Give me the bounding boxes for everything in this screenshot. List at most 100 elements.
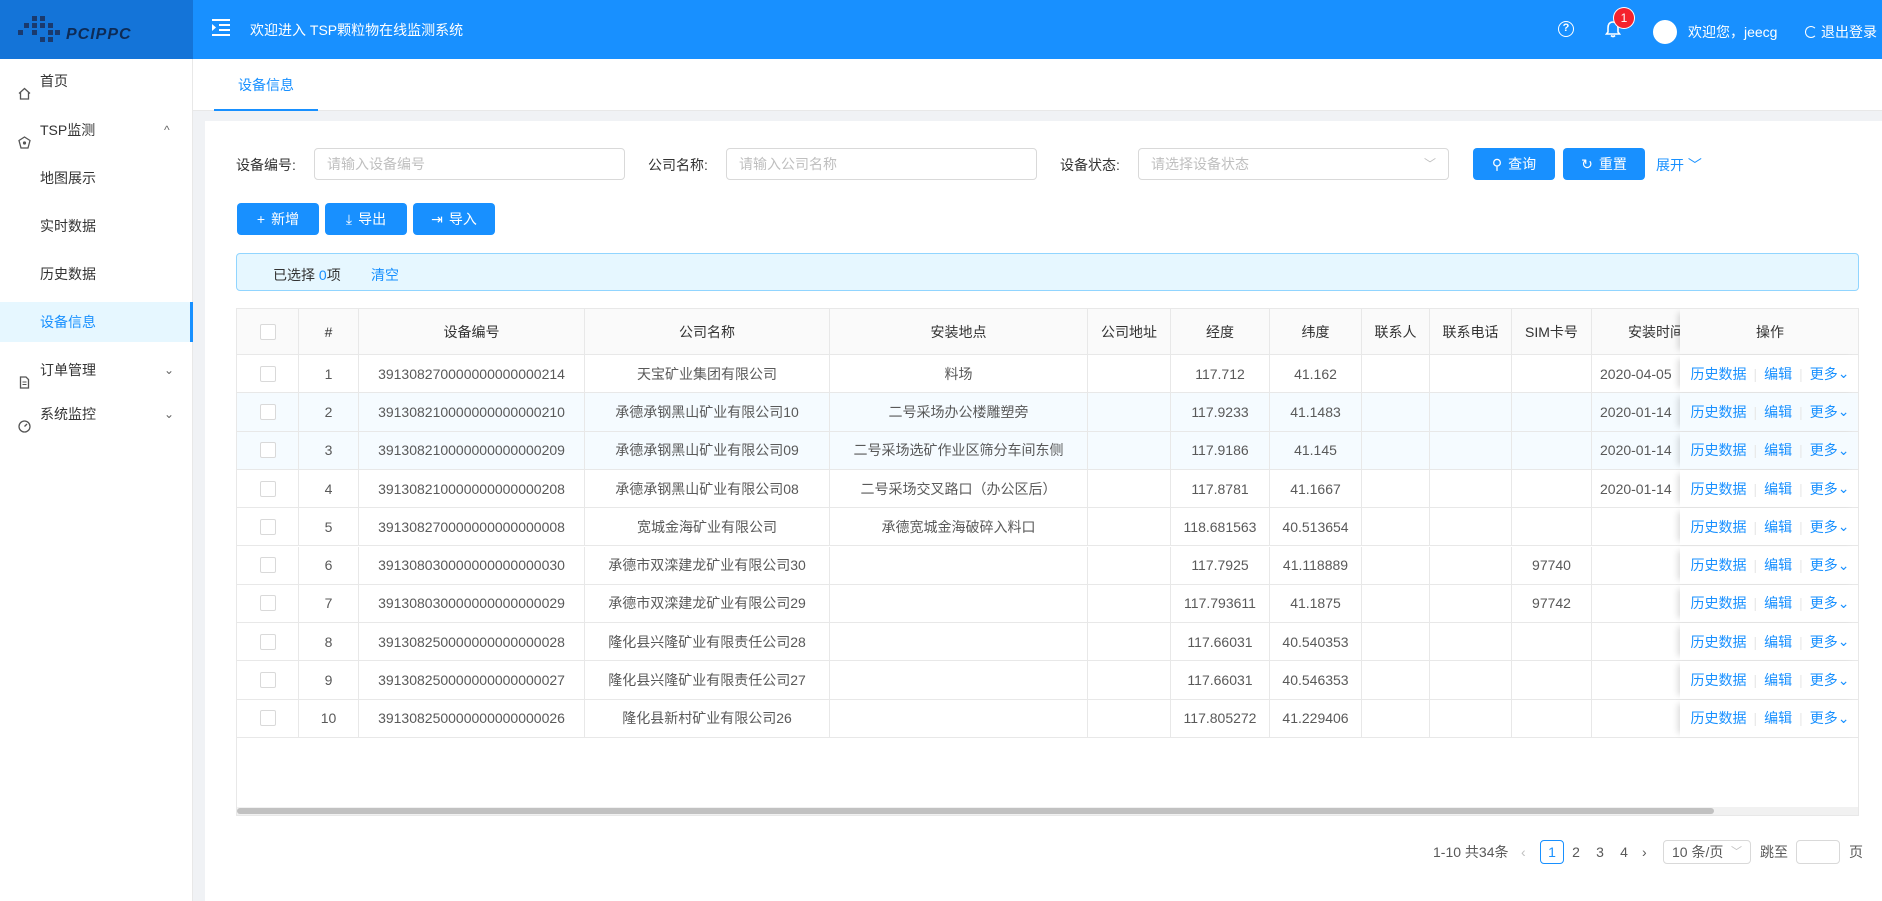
more-dropdown[interactable]: 更多 xyxy=(1810,517,1838,537)
horizontal-scrollbar[interactable] xyxy=(237,807,1858,815)
row-select-cell[interactable] xyxy=(237,661,299,699)
selection-alert: 已选择 0项 清空 xyxy=(236,253,1859,291)
page-3[interactable]: 3 xyxy=(1588,840,1612,864)
clear-selection-link[interactable]: 清空 xyxy=(371,265,399,285)
table-row[interactable]: 1 391308270000000000000214 天宝矿业集团有限公司 料场 117… xyxy=(237,355,1858,394)
page-4[interactable]: 4 xyxy=(1612,840,1636,864)
more-dropdown[interactable]: 更多 xyxy=(1810,402,1838,422)
table-row[interactable]: 2 391308210000000000000210 承德承钢黑山矿业有限公司10 二… xyxy=(237,393,1858,432)
row-select-cell[interactable] xyxy=(237,699,299,737)
checkbox[interactable] xyxy=(259,365,276,382)
edit-link[interactable]: 编辑 xyxy=(1764,708,1792,728)
sidebar-item-orders[interactable]: 订单管理 ⌄ xyxy=(0,350,193,390)
row-select-cell[interactable] xyxy=(237,508,299,546)
checkbox[interactable] xyxy=(259,595,276,612)
import-button[interactable]: ⇥ 导入 xyxy=(413,203,495,235)
page-1[interactable]: 1 xyxy=(1540,840,1564,864)
logout-button[interactable]: 退出登录 xyxy=(1805,22,1877,42)
status-select[interactable]: 请选择设备状态 ﹀ xyxy=(1138,148,1449,180)
table-row[interactable]: 5 391308270000000000000008 宽城金海矿业有限公司 承德宽城金… xyxy=(237,508,1858,547)
selection-prefix: 已选择 xyxy=(273,267,315,283)
row-select-cell[interactable] xyxy=(237,546,299,584)
checkbox[interactable] xyxy=(259,403,276,420)
reset-button[interactable]: ↻ 重置 xyxy=(1563,148,1645,180)
edit-link[interactable]: 编辑 xyxy=(1764,402,1792,422)
more-dropdown[interactable]: 更多 xyxy=(1810,708,1838,728)
edit-link[interactable]: 编辑 xyxy=(1764,670,1792,690)
table-row[interactable]: 6 391308030000000000000030 承德市双滦建龙矿业有限公司30… xyxy=(237,546,1858,585)
next-page-icon[interactable]: › xyxy=(1642,840,1647,864)
sidebar-item-home[interactable]: 首页 xyxy=(0,61,193,101)
sidebar-item-map[interactable]: 地图展示 xyxy=(0,158,193,198)
checkbox[interactable] xyxy=(259,633,276,650)
history-link[interactable]: 历史数据 xyxy=(1690,440,1746,460)
table-row[interactable]: 3 391308210000000000000209 承德承钢黑山矿业有限公司09 二… xyxy=(237,431,1858,470)
select-all-cell[interactable] xyxy=(237,309,299,354)
table-row[interactable]: 8 391308250000000000000028 隆化县兴隆矿业有限责任公司28… xyxy=(237,623,1858,662)
sidebar-item-tsp[interactable]: TSP监测 ^ xyxy=(0,110,193,150)
page-2[interactable]: 2 xyxy=(1564,840,1588,864)
prev-page-icon[interactable]: ‹ xyxy=(1521,840,1526,864)
sidebar-item-device-info[interactable]: 设备信息 xyxy=(0,302,193,342)
sidebar-item-realtime[interactable]: 实时数据 xyxy=(0,206,193,246)
history-link[interactable]: 历史数据 xyxy=(1690,708,1746,728)
export-button[interactable]: ⤓ 导出 xyxy=(325,203,407,235)
checkbox[interactable] xyxy=(259,557,276,574)
tab-device-info[interactable]: 设备信息 xyxy=(214,59,318,111)
edit-link[interactable]: 编辑 xyxy=(1764,517,1792,537)
more-dropdown[interactable]: 更多 xyxy=(1810,364,1838,384)
query-button[interactable]: ⚲ 查询 xyxy=(1473,148,1555,180)
device-no-input[interactable]: 请输入设备编号 xyxy=(314,148,625,180)
avatar[interactable] xyxy=(1653,20,1677,44)
checkbox[interactable] xyxy=(259,518,276,535)
row-select-cell[interactable] xyxy=(237,431,299,469)
history-link[interactable]: 历史数据 xyxy=(1690,364,1746,384)
table-row[interactable]: 9 391308250000000000000027 隆化县兴隆矿业有限责任公司27… xyxy=(237,661,1858,700)
checkbox[interactable] xyxy=(259,323,276,340)
checkbox[interactable] xyxy=(259,672,276,689)
edit-link[interactable]: 编辑 xyxy=(1764,479,1792,499)
row-select-cell[interactable] xyxy=(237,623,299,661)
separator: | xyxy=(1799,518,1803,535)
history-link[interactable]: 历史数据 xyxy=(1690,593,1746,613)
expand-link[interactable]: 展开 ﹀ xyxy=(1656,155,1702,175)
row-select-cell[interactable] xyxy=(237,355,299,393)
sidebar-item-history[interactable]: 历史数据 xyxy=(0,254,193,294)
row-select-cell[interactable] xyxy=(237,393,299,431)
more-dropdown[interactable]: 更多 xyxy=(1810,440,1838,460)
table-row[interactable]: 4 391308210000000000000208 承德承钢黑山矿业有限公司08 二… xyxy=(237,469,1858,509)
row-select-cell[interactable] xyxy=(237,584,299,623)
checkbox[interactable] xyxy=(259,710,276,727)
history-link[interactable]: 历史数据 xyxy=(1690,555,1746,575)
checkbox[interactable] xyxy=(259,480,276,497)
more-dropdown[interactable]: 更多 xyxy=(1810,670,1838,690)
checkbox[interactable] xyxy=(259,442,276,459)
cell-device-no: 391308030000000000000029 xyxy=(359,584,585,623)
history-link[interactable]: 历史数据 xyxy=(1690,632,1746,652)
scrollbar-thumb[interactable] xyxy=(237,808,1714,814)
edit-link[interactable]: 编辑 xyxy=(1764,364,1792,384)
user-welcome[interactable]: 欢迎您，jeecg xyxy=(1688,22,1777,42)
menu-fold-icon[interactable] xyxy=(210,16,232,38)
more-dropdown[interactable]: 更多 xyxy=(1810,555,1838,575)
sidebar-item-system[interactable]: 系统监控 ⌄ xyxy=(0,394,193,434)
history-link[interactable]: 历史数据 xyxy=(1690,517,1746,537)
history-link[interactable]: 历史数据 xyxy=(1690,479,1746,499)
row-select-cell[interactable] xyxy=(237,469,299,508)
company-input[interactable]: 请输入公司名称 xyxy=(726,148,1037,180)
help-icon[interactable]: ? xyxy=(1558,21,1574,37)
more-dropdown[interactable]: 更多 xyxy=(1810,479,1838,499)
history-link[interactable]: 历史数据 xyxy=(1690,670,1746,690)
page-size-select[interactable]: 10 条/页 ﹀ xyxy=(1663,840,1751,864)
more-dropdown[interactable]: 更多 xyxy=(1810,593,1838,613)
jump-page-input[interactable] xyxy=(1796,840,1840,864)
history-link[interactable]: 历史数据 xyxy=(1690,402,1746,422)
edit-link[interactable]: 编辑 xyxy=(1764,632,1792,652)
more-dropdown[interactable]: 更多 xyxy=(1810,632,1838,652)
edit-link[interactable]: 编辑 xyxy=(1764,440,1792,460)
edit-link[interactable]: 编辑 xyxy=(1764,593,1792,613)
edit-link[interactable]: 编辑 xyxy=(1764,555,1792,575)
add-button[interactable]: + 新增 xyxy=(237,203,319,235)
table-row[interactable]: 7 391308030000000000000029 承德市双滦建龙矿业有限公司29… xyxy=(237,584,1858,624)
table-row[interactable]: 10 391308250000000000000026 隆化县新村矿业有限公司26 1… xyxy=(237,699,1858,738)
